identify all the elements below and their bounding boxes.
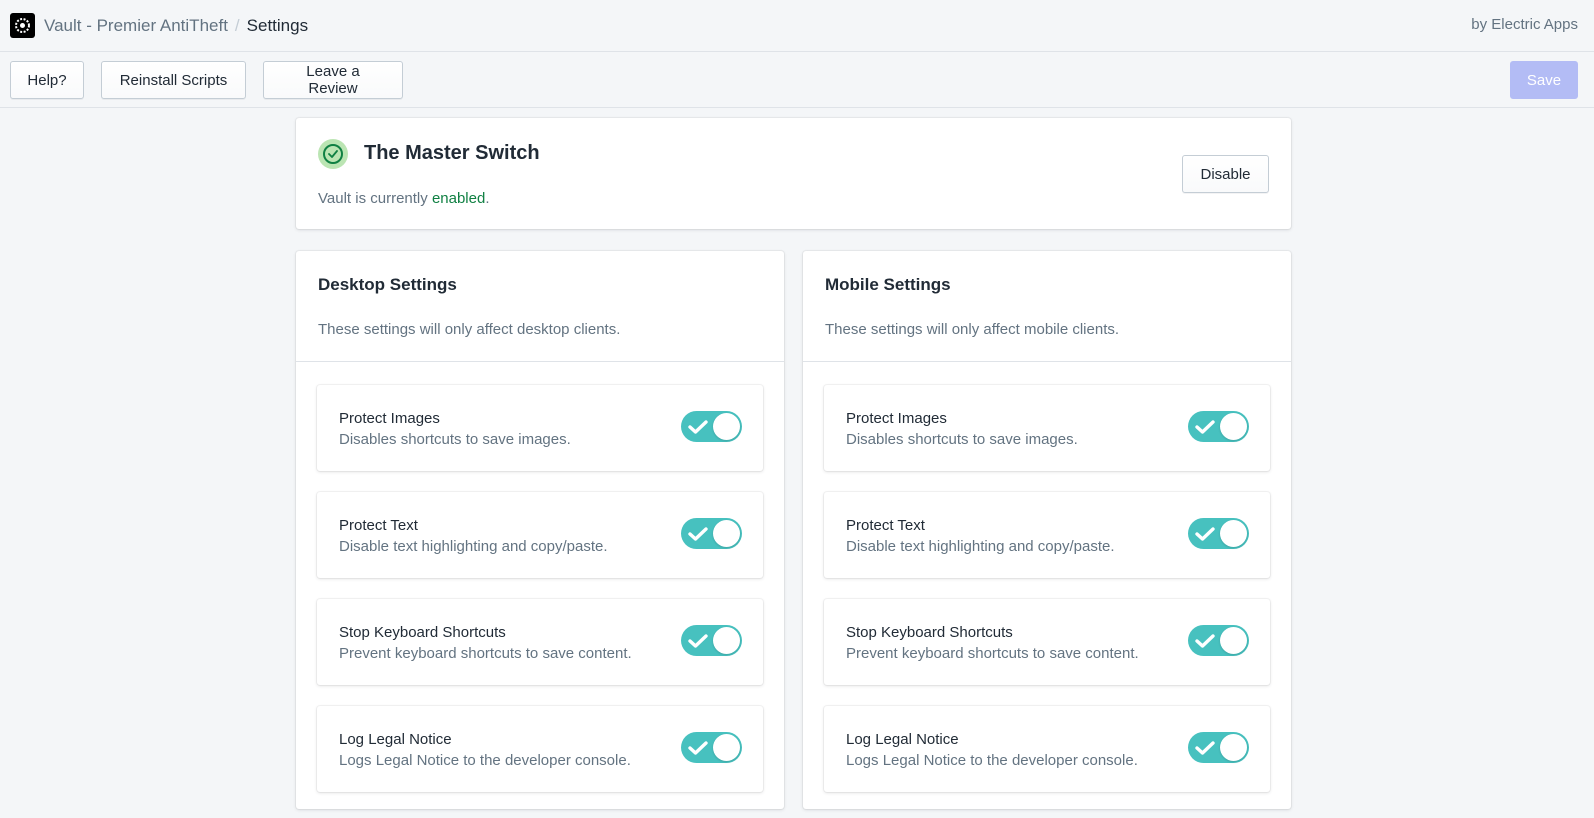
- stop-keyboard-shortcuts-toggle[interactable]: [681, 625, 742, 656]
- action-toolbar: Help? Reinstall Scripts Leave a Review S…: [0, 53, 1594, 108]
- developer-credit: by Electric Apps: [1471, 16, 1578, 33]
- checkmark-icon: [688, 634, 708, 648]
- save-button[interactable]: Save: [1510, 61, 1578, 99]
- option-protect-images: Protect Images Disables shortcuts to sav…: [824, 385, 1270, 471]
- checkmark-icon: [1195, 741, 1215, 755]
- option-log-legal-notice: Log Legal Notice Logs Legal Notice to th…: [317, 706, 763, 792]
- toggle-knob: [1220, 520, 1247, 547]
- checkmark-icon: [1195, 420, 1215, 434]
- toggle-knob: [1220, 413, 1247, 440]
- log-legal-notice-toggle[interactable]: [1188, 732, 1249, 763]
- protect-images-toggle[interactable]: [681, 411, 742, 442]
- master-status-text: Vault is currently enabled.: [318, 190, 490, 207]
- toggle-knob: [713, 413, 740, 440]
- option-title: Log Legal Notice: [339, 731, 452, 748]
- breadcrumb-app-link[interactable]: Vault - Premier AntiTheft: [44, 16, 228, 36]
- checkmark-icon: [1195, 527, 1215, 541]
- vault-logo-icon[interactable]: [10, 13, 35, 38]
- mobile-settings-card: Mobile Settings These settings will only…: [803, 251, 1291, 809]
- app-header: Vault - Premier AntiTheft / Settings by …: [0, 0, 1594, 52]
- checkmark-icon: [688, 741, 708, 755]
- desktop-settings-card: Desktop Settings These settings will onl…: [296, 251, 784, 809]
- option-title: Protect Images: [846, 410, 947, 427]
- toggle-knob: [713, 520, 740, 547]
- option-title: Stop Keyboard Shortcuts: [846, 624, 1013, 641]
- option-description: Disables shortcuts to save images.: [846, 431, 1078, 448]
- option-title: Protect Text: [339, 517, 418, 534]
- toggle-knob: [713, 627, 740, 654]
- breadcrumb: Vault - Premier AntiTheft / Settings: [44, 16, 308, 36]
- option-protect-text: Protect Text Disable text highlighting a…: [317, 492, 763, 578]
- option-title: Stop Keyboard Shortcuts: [339, 624, 506, 641]
- reinstall-scripts-button[interactable]: Reinstall Scripts: [101, 61, 246, 99]
- checkmark-icon: [1195, 634, 1215, 648]
- page-title: Settings: [246, 15, 309, 35]
- option-description: Logs Legal Notice to the developer conso…: [846, 752, 1138, 769]
- protect-images-toggle[interactable]: [1188, 411, 1249, 442]
- option-title: Protect Text: [846, 517, 925, 534]
- master-switch-card: The Master Switch Vault is currently ena…: [296, 118, 1291, 229]
- leave-review-button[interactable]: Leave a Review: [263, 61, 403, 99]
- help-button[interactable]: Help?: [10, 61, 84, 99]
- status-value: enabled: [431, 190, 486, 207]
- option-description: Disable text highlighting and copy/paste…: [846, 538, 1115, 555]
- check-circle-icon: [318, 139, 348, 169]
- protect-text-toggle[interactable]: [1188, 518, 1249, 549]
- toggle-knob: [1220, 734, 1247, 761]
- section-description: These settings will only affect mobile c…: [825, 321, 1120, 338]
- option-title: Log Legal Notice: [846, 731, 959, 748]
- section-title: Desktop Settings: [318, 275, 457, 294]
- protect-text-toggle[interactable]: [681, 518, 742, 549]
- divider: [296, 361, 784, 362]
- option-description: Disable text highlighting and copy/paste…: [339, 538, 608, 555]
- option-protect-text: Protect Text Disable text highlighting a…: [824, 492, 1270, 578]
- option-description: Disables shortcuts to save images.: [339, 431, 571, 448]
- section-title: Mobile Settings: [825, 275, 951, 294]
- option-protect-images: Protect Images Disables shortcuts to sav…: [317, 385, 763, 471]
- toggle-knob: [1220, 627, 1247, 654]
- option-stop-keyboard-shortcuts: Stop Keyboard Shortcuts Prevent keyboard…: [317, 599, 763, 685]
- disable-button[interactable]: Disable: [1182, 155, 1269, 193]
- option-log-legal-notice: Log Legal Notice Logs Legal Notice to th…: [824, 706, 1270, 792]
- toggle-knob: [713, 734, 740, 761]
- checkmark-icon: [688, 420, 708, 434]
- option-description: Prevent keyboard shortcuts to save conte…: [846, 645, 1139, 662]
- log-legal-notice-toggle[interactable]: [681, 732, 742, 763]
- breadcrumb-separator: /: [234, 15, 240, 35]
- section-description: These settings will only affect desktop …: [318, 321, 621, 338]
- option-stop-keyboard-shortcuts: Stop Keyboard Shortcuts Prevent keyboard…: [824, 599, 1270, 685]
- option-description: Logs Legal Notice to the developer conso…: [339, 752, 631, 769]
- option-description: Prevent keyboard shortcuts to save conte…: [339, 645, 632, 662]
- divider: [803, 361, 1291, 362]
- checkmark-icon: [688, 527, 708, 541]
- option-title: Protect Images: [339, 410, 440, 427]
- master-switch-title: The Master Switch: [364, 142, 540, 164]
- stop-keyboard-shortcuts-toggle[interactable]: [1188, 625, 1249, 656]
